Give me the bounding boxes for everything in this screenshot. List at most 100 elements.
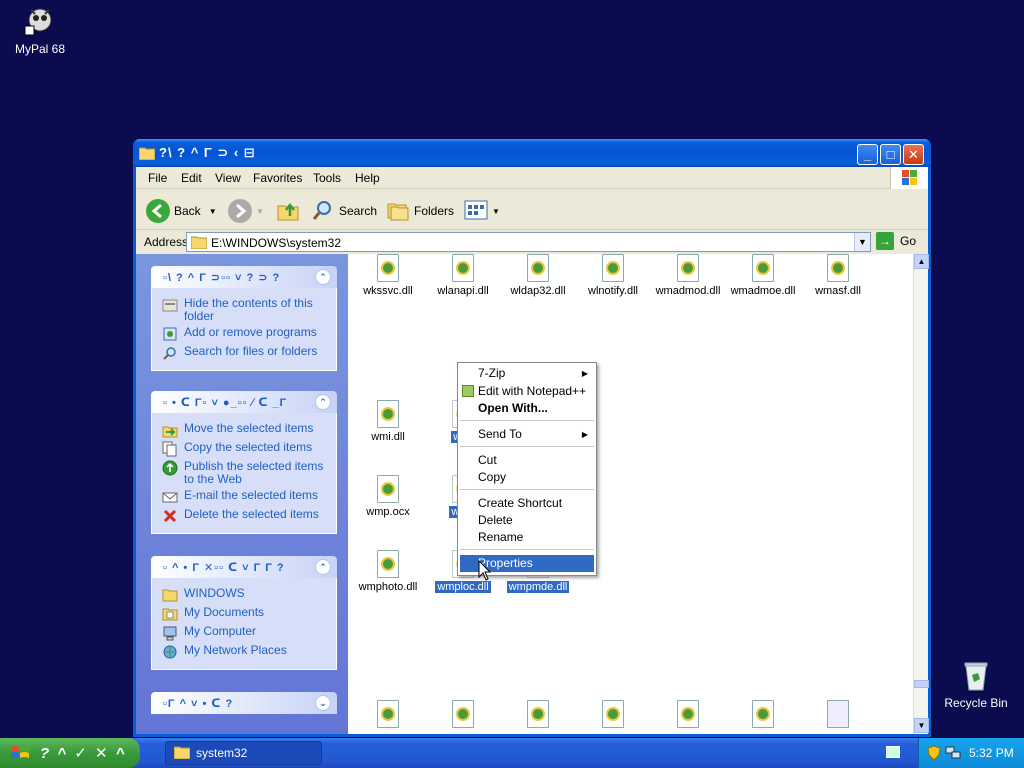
search-label: Search <box>339 204 378 218</box>
file-item[interactable]: wmp.ocx <box>350 475 426 518</box>
task-move-items[interactable]: Move the selected items <box>162 422 330 438</box>
back-button[interactable]: Back ▼ <box>146 198 217 224</box>
scroll-up-button[interactable]: ▲ <box>914 254 929 269</box>
address-input[interactable]: E:\WINDOWS\system32 ▼ <box>186 232 871 252</box>
task-section-header[interactable]: ▫ ^ • Γ ✕▫▫ ᑕ ˅ Γ Γ ? ⌃ <box>151 556 337 578</box>
start-label: ? ^ ✓ ✕ ^ <box>40 745 127 762</box>
menu-separator <box>460 489 594 490</box>
menu-item-delete[interactable]: Delete <box>460 512 594 529</box>
menu-edit[interactable]: Edit <box>181 171 202 185</box>
close-button[interactable]: ✕ <box>903 144 924 165</box>
file-item[interactable] <box>575 700 651 731</box>
my-documents-icon <box>162 606 178 622</box>
context-menu: 7-Zip ▶ Edit with Notepad++ Open With... … <box>457 362 597 576</box>
copy-icon <box>162 441 178 457</box>
dropdown-arrow-icon[interactable]: ▼ <box>209 207 217 216</box>
menu-tools[interactable]: Tools <box>313 171 341 185</box>
place-my-documents[interactable]: My Documents <box>162 606 330 622</box>
file-item[interactable] <box>800 700 876 731</box>
place-windows[interactable]: WINDOWS <box>162 587 330 603</box>
menu-item-edit-notepadpp[interactable]: Edit with Notepad++ <box>460 383 594 400</box>
collapse-chevron-icon[interactable]: ⌃ <box>315 269 331 285</box>
start-button[interactable]: ? ^ ✓ ✕ ^ <box>0 738 140 768</box>
address-dropdown-button[interactable]: ▼ <box>854 233 870 251</box>
file-item[interactable]: wmadmoe.dll <box>725 254 801 297</box>
desktop-icon-mypal[interactable]: MyPal 68 <box>0 4 80 56</box>
place-my-computer[interactable]: My Computer <box>162 625 330 641</box>
file-item[interactable] <box>650 700 726 731</box>
menu-item-cut[interactable]: Cut <box>460 452 594 469</box>
file-item[interactable]: wkssvc.dll <box>350 254 426 297</box>
delete-icon <box>162 508 178 524</box>
scroll-down-button[interactable]: ▼ <box>914 718 929 733</box>
dll-file-icon <box>452 700 474 728</box>
file-item[interactable]: wmadmod.dll <box>650 254 726 297</box>
forward-button[interactable]: ▼ <box>228 198 264 224</box>
maximize-button[interactable]: □ <box>880 144 901 165</box>
task-add-remove-programs[interactable]: Add or remove programs <box>162 326 330 342</box>
file-item[interactable]: wmi.dll <box>350 400 426 443</box>
task-link-label: Copy the selected items <box>184 440 313 454</box>
task-search-files[interactable]: Search for files or folders <box>162 345 330 361</box>
file-item[interactable] <box>350 700 426 731</box>
ocx-file-icon <box>377 475 399 503</box>
taskbar-window-system32[interactable]: system32 <box>165 741 322 765</box>
file-item[interactable]: wmasf.dll <box>800 254 876 297</box>
security-shield-icon[interactable] <box>927 745 941 764</box>
scroll-thumb[interactable] <box>914 680 929 688</box>
file-name: wmadmoe.dll <box>730 285 796 297</box>
menu-item-label: Cut <box>478 453 497 467</box>
file-name: wlnotify.dll <box>588 285 638 297</box>
collapse-chevron-icon[interactable]: ⌃ <box>315 394 331 410</box>
menu-item-send-to[interactable]: Send To ▶ <box>460 426 594 443</box>
task-section-header[interactable]: ▫Γ ^ ˅ • ᑕ ? ⌄ <box>151 692 337 714</box>
task-publish-web[interactable]: Publish the selected items to the Web <box>162 460 330 486</box>
up-folder-button[interactable] <box>276 198 300 224</box>
desktop-icon-recycle-bin[interactable]: Recycle Bin <box>936 658 1016 710</box>
menu-help[interactable]: Help <box>355 171 380 185</box>
file-item[interactable] <box>500 700 576 731</box>
task-copy-items[interactable]: Copy the selected items <box>162 441 330 457</box>
file-item[interactable]: wmphoto.dll <box>350 550 426 593</box>
menu-favorites[interactable]: Favorites <box>253 171 302 185</box>
views-button[interactable]: ▼ <box>464 198 500 224</box>
menu-item-copy[interactable]: Copy <box>460 469 594 486</box>
task-delete-items[interactable]: Delete the selected items <box>162 508 330 524</box>
menu-item-create-shortcut[interactable]: Create Shortcut <box>460 495 594 512</box>
search-button[interactable]: Search <box>311 198 377 224</box>
desktop-icon-label: MyPal 68 <box>14 42 66 56</box>
menu-file[interactable]: File <box>148 171 167 185</box>
menu-item-open-with[interactable]: Open With... <box>460 400 594 417</box>
dll-file-icon <box>377 400 399 428</box>
minimize-button[interactable]: _ <box>857 144 878 165</box>
go-button[interactable]: → Go <box>876 232 916 250</box>
file-item[interactable] <box>725 700 801 731</box>
task-email-items[interactable]: E-mail the selected items <box>162 489 330 505</box>
clock[interactable]: 5:32 PM <box>969 746 1014 760</box>
file-list[interactable]: wkssvc.dll wlanapi.dll wldap32.dll wlnot… <box>348 254 928 734</box>
menu-item-label: Delete <box>478 513 513 527</box>
menu-item-7zip[interactable]: 7-Zip ▶ <box>460 365 594 382</box>
title-bar[interactable]: ?\ ? ^ Γ ⊃ ‹ ⊟ _ □ ✕ <box>133 139 931 167</box>
publish-web-icon <box>162 460 178 476</box>
file-item[interactable] <box>425 700 501 731</box>
file-item[interactable]: wlanapi.dll <box>425 254 501 297</box>
task-hide-contents[interactable]: Hide the contents of this folder <box>162 297 330 323</box>
place-my-network-places[interactable]: My Network Places <box>162 644 330 660</box>
vertical-scrollbar[interactable]: ▲ ▼ <box>913 254 929 734</box>
task-section-file-folder: ▫\ ? ^ Γ ⊃▫▫ ˅ ? ⊃ ? ⌃ Hide the contents… <box>151 266 337 371</box>
network-icon[interactable] <box>945 746 961 763</box>
keyboard-layout-icon[interactable] <box>886 746 900 758</box>
mypal-icon <box>23 4 57 38</box>
task-link-label: E-mail the selected items <box>184 488 319 502</box>
file-item[interactable]: wlnotify.dll <box>575 254 651 297</box>
task-section-header[interactable]: ▫\ ? ^ Γ ⊃▫▫ ˅ ? ⊃ ? ⌃ <box>151 266 337 288</box>
folders-button[interactable]: Folders <box>386 198 454 224</box>
expand-chevron-icon[interactable]: ⌄ <box>315 695 331 711</box>
collapse-chevron-icon[interactable]: ⌃ <box>315 559 331 575</box>
menu-item-rename[interactable]: Rename <box>460 529 594 546</box>
dll-file-icon <box>602 254 624 282</box>
file-item[interactable]: wldap32.dll <box>500 254 576 297</box>
menu-view[interactable]: View <box>215 171 241 185</box>
task-section-header[interactable]: ▫ • ᑕ Γ▫ ˅ ●_▫▫ ∕ ᑕ _Γ ⌃ <box>151 391 337 413</box>
